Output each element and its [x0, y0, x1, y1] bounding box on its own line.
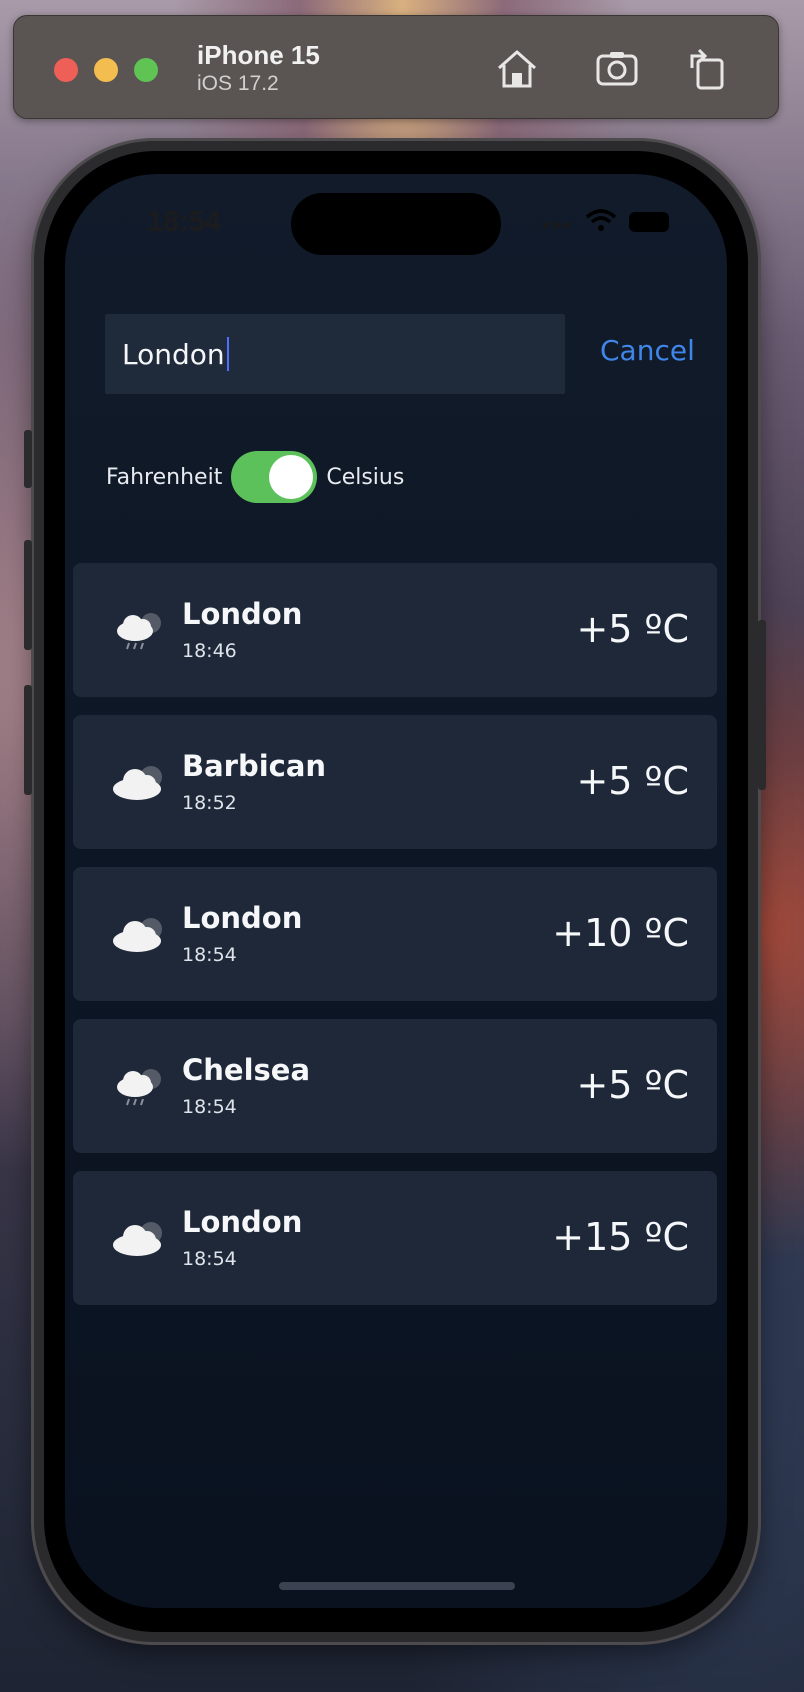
- results-list: London 18:46 +5 ºC Barbican 18:52 +5 ºC …: [73, 563, 717, 1323]
- temperature: +5 ºC: [576, 759, 689, 803]
- screenshot-icon[interactable]: [594, 46, 640, 92]
- action-button: [24, 430, 32, 488]
- temperature: +5 ºC: [576, 607, 689, 651]
- close-window-button[interactable]: [54, 58, 78, 82]
- city-name: Barbican: [182, 749, 327, 783]
- phone-screen: 18:54 London Cancel Fahrenheit Celsius L…: [65, 174, 727, 1608]
- search-input-value: London: [122, 337, 225, 371]
- zoom-window-button[interactable]: [134, 58, 158, 82]
- cloudy-icon: [109, 909, 171, 959]
- temperature: +5 ºC: [576, 1063, 689, 1107]
- volume-down-button: [24, 685, 32, 795]
- fahrenheit-label: Fahrenheit: [106, 464, 223, 490]
- cloudy-icon: [109, 1213, 171, 1263]
- toggle-knob: [269, 455, 314, 499]
- rotate-icon[interactable]: [684, 46, 730, 92]
- update-time: 18:54: [182, 944, 237, 966]
- cancel-button[interactable]: Cancel: [600, 334, 695, 367]
- update-time: 18:54: [182, 1248, 237, 1270]
- unit-switch-row: Fahrenheit Celsius: [106, 451, 404, 503]
- temperature: +15 ºC: [552, 1215, 689, 1259]
- cloud-rain-icon: [109, 1061, 171, 1111]
- city-name: London: [182, 901, 303, 935]
- cloud-rain-icon: [109, 605, 171, 655]
- celsius-label: Celsius: [326, 464, 405, 490]
- unit-toggle[interactable]: [231, 451, 318, 503]
- simulator-title-bar: iPhone 15 iOS 17.2: [13, 15, 779, 119]
- update-time: 18:54: [182, 1096, 237, 1118]
- status-time: 18:54: [147, 206, 222, 238]
- minimize-window-button[interactable]: [94, 58, 118, 82]
- city-name: London: [182, 597, 303, 631]
- list-item[interactable]: London 18:54 +15 ºC: [73, 1171, 717, 1305]
- volume-up-button: [24, 540, 32, 650]
- power-button: [758, 620, 766, 790]
- home-icon[interactable]: [494, 46, 540, 92]
- signal-icon: [543, 213, 573, 232]
- home-indicator[interactable]: [279, 1582, 515, 1590]
- battery-icon: [629, 212, 669, 232]
- os-version: iOS 17.2: [197, 72, 279, 95]
- search-input[interactable]: London: [105, 314, 565, 394]
- update-time: 18:52: [182, 792, 237, 814]
- text-caret: [226, 337, 229, 371]
- wifi-icon: [585, 208, 617, 236]
- temperature: +10 ºC: [552, 911, 689, 955]
- cloudy-icon: [109, 757, 171, 807]
- dynamic-island: [291, 193, 501, 255]
- list-item[interactable]: Chelsea 18:54 +5 ºC: [73, 1019, 717, 1153]
- update-time: 18:46: [182, 640, 237, 662]
- list-item[interactable]: Barbican 18:52 +5 ºC: [73, 715, 717, 849]
- device-name: iPhone 15: [197, 40, 320, 70]
- list-item[interactable]: London 18:54 +10 ºC: [73, 867, 717, 1001]
- city-name: London: [182, 1205, 303, 1239]
- status-icons: [543, 208, 669, 236]
- list-item[interactable]: London 18:46 +5 ºC: [73, 563, 717, 697]
- city-name: Chelsea: [182, 1053, 311, 1087]
